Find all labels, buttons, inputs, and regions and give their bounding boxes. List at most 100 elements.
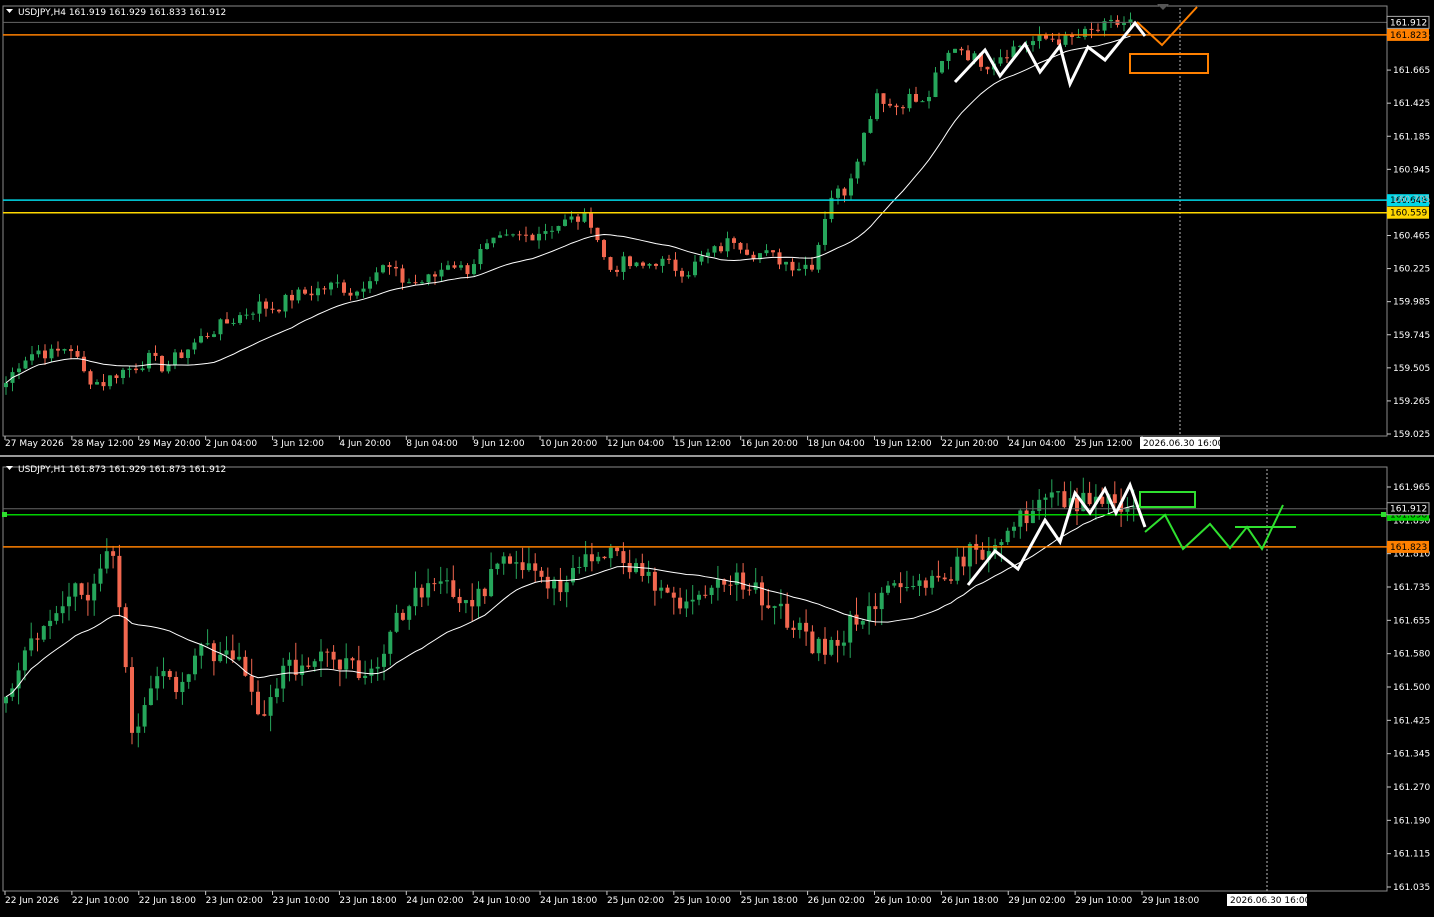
candle-bear[interactable] bbox=[88, 371, 93, 385]
candle-bull[interactable] bbox=[212, 334, 216, 337]
candle-bear[interactable] bbox=[508, 556, 512, 564]
candle-bear[interactable] bbox=[413, 282, 418, 284]
candle-bear[interactable] bbox=[621, 551, 626, 564]
candle-bull[interactable] bbox=[999, 542, 1004, 546]
candle-bear[interactable] bbox=[576, 216, 580, 222]
candle-bear[interactable] bbox=[270, 308, 275, 310]
candle-bear[interactable] bbox=[671, 592, 676, 598]
candle-bear[interactable] bbox=[211, 643, 216, 662]
candle-bull[interactable] bbox=[54, 613, 59, 621]
candle-bull[interactable] bbox=[577, 566, 582, 568]
candle-bull[interactable] bbox=[1056, 491, 1061, 493]
candle-bear[interactable] bbox=[810, 631, 815, 654]
h1-chart[interactable]: 161.965161.890161.810161.735161.655161.5… bbox=[0, 457, 1434, 913]
candle-bull[interactable] bbox=[699, 256, 704, 262]
candle-bear[interactable] bbox=[602, 556, 607, 559]
candle-bear[interactable] bbox=[652, 571, 657, 591]
candle-bull[interactable] bbox=[426, 583, 431, 598]
candle-bear[interactable] bbox=[457, 596, 462, 604]
candle-bull[interactable] bbox=[4, 696, 8, 704]
candle-bull[interactable] bbox=[955, 556, 960, 581]
candle-bull[interactable] bbox=[49, 348, 54, 359]
h4-chart-panel[interactable]: 161.912 161.665 161.425 161.185 160.945 160.7… bbox=[0, 0, 1434, 455]
candle-bull[interactable] bbox=[95, 382, 99, 385]
candle-bear[interactable] bbox=[309, 293, 314, 296]
candle-bull[interactable] bbox=[953, 48, 957, 53]
candle-bear[interactable] bbox=[741, 572, 746, 590]
candle-bear[interactable] bbox=[277, 309, 281, 312]
candle-bear[interactable] bbox=[482, 588, 487, 597]
candle-bear[interactable] bbox=[667, 258, 671, 260]
candle-bear[interactable] bbox=[589, 213, 593, 228]
shift-marker-icon[interactable] bbox=[1157, 4, 1169, 10]
candle-bull[interactable] bbox=[388, 631, 393, 654]
candle-bear[interactable] bbox=[264, 301, 268, 309]
candle-bull[interactable] bbox=[344, 658, 349, 670]
candle-bull[interactable] bbox=[36, 350, 41, 355]
candle-bull[interactable] bbox=[621, 256, 626, 272]
candle-bear[interactable] bbox=[766, 605, 771, 608]
candle-bear[interactable] bbox=[153, 352, 158, 356]
candle-bear[interactable] bbox=[942, 577, 947, 580]
candle-bull[interactable] bbox=[848, 614, 853, 643]
candle-bull[interactable] bbox=[715, 579, 720, 588]
candle-bear[interactable] bbox=[451, 580, 456, 597]
candle-bear[interactable] bbox=[545, 576, 550, 589]
candle-bull[interactable] bbox=[778, 603, 783, 607]
candle-bull[interactable] bbox=[142, 705, 147, 727]
candle-bear[interactable] bbox=[823, 638, 827, 655]
candle-bear[interactable] bbox=[810, 264, 814, 270]
candle-bear[interactable] bbox=[1050, 38, 1055, 40]
candle-bull[interactable] bbox=[803, 264, 808, 269]
candle-bull[interactable] bbox=[92, 583, 97, 601]
candle-bear[interactable] bbox=[69, 349, 73, 352]
candle-bear[interactable] bbox=[85, 594, 90, 601]
candle-bear[interactable] bbox=[123, 607, 128, 668]
candle-bull[interactable] bbox=[797, 268, 801, 271]
candle-bull[interactable] bbox=[697, 594, 701, 600]
candle-bull[interactable] bbox=[147, 352, 151, 369]
candle-bear[interactable] bbox=[230, 650, 235, 660]
candle-bull[interactable] bbox=[23, 360, 28, 369]
candle-bear[interactable] bbox=[167, 671, 172, 677]
candle-bull[interactable] bbox=[300, 665, 305, 675]
candle-bull[interactable] bbox=[892, 583, 897, 586]
candle-bull[interactable] bbox=[855, 161, 860, 179]
candle-bull[interactable] bbox=[556, 225, 561, 231]
candle-bear[interactable] bbox=[325, 651, 330, 653]
candle-bear[interactable] bbox=[615, 269, 619, 272]
candle-bear[interactable] bbox=[101, 382, 106, 387]
candle-bear[interactable] bbox=[703, 594, 708, 596]
candle-bull[interactable] bbox=[199, 336, 203, 343]
candle-bear[interactable] bbox=[985, 66, 990, 70]
candle-bull[interactable] bbox=[287, 659, 292, 666]
candle-bull[interactable] bbox=[907, 93, 912, 109]
candle-bull[interactable] bbox=[860, 620, 865, 625]
candle-bull[interactable] bbox=[543, 231, 548, 234]
candle-bull[interactable] bbox=[684, 601, 689, 609]
candle-bear[interactable] bbox=[517, 234, 522, 236]
candle-bull[interactable] bbox=[686, 275, 691, 277]
candle-bull[interactable] bbox=[438, 581, 443, 584]
candle-bull[interactable] bbox=[1005, 530, 1010, 543]
candle-bull[interactable] bbox=[426, 274, 431, 283]
candle-bull[interactable] bbox=[563, 219, 567, 226]
candle-bull[interactable] bbox=[725, 238, 730, 252]
candle-bull[interactable] bbox=[382, 653, 386, 667]
candle-bull[interactable] bbox=[205, 643, 210, 645]
candle-bull[interactable] bbox=[268, 697, 273, 716]
candle-bull[interactable] bbox=[29, 638, 34, 651]
candle-bear[interactable] bbox=[1062, 491, 1067, 508]
candle-bear[interactable] bbox=[79, 583, 84, 595]
candle-bear[interactable] bbox=[873, 606, 878, 610]
candle-bear[interactable] bbox=[134, 368, 138, 371]
candle-bull[interactable] bbox=[319, 651, 323, 662]
candle-bull[interactable] bbox=[361, 288, 366, 292]
candle-bull[interactable] bbox=[140, 368, 145, 371]
candle-bull[interactable] bbox=[231, 322, 236, 324]
candle-bull[interactable] bbox=[244, 314, 249, 316]
candle-bull[interactable] bbox=[62, 349, 67, 351]
candle-bull[interactable] bbox=[1076, 36, 1081, 38]
candle-bull[interactable] bbox=[368, 281, 372, 289]
candle-bull[interactable] bbox=[582, 213, 587, 222]
